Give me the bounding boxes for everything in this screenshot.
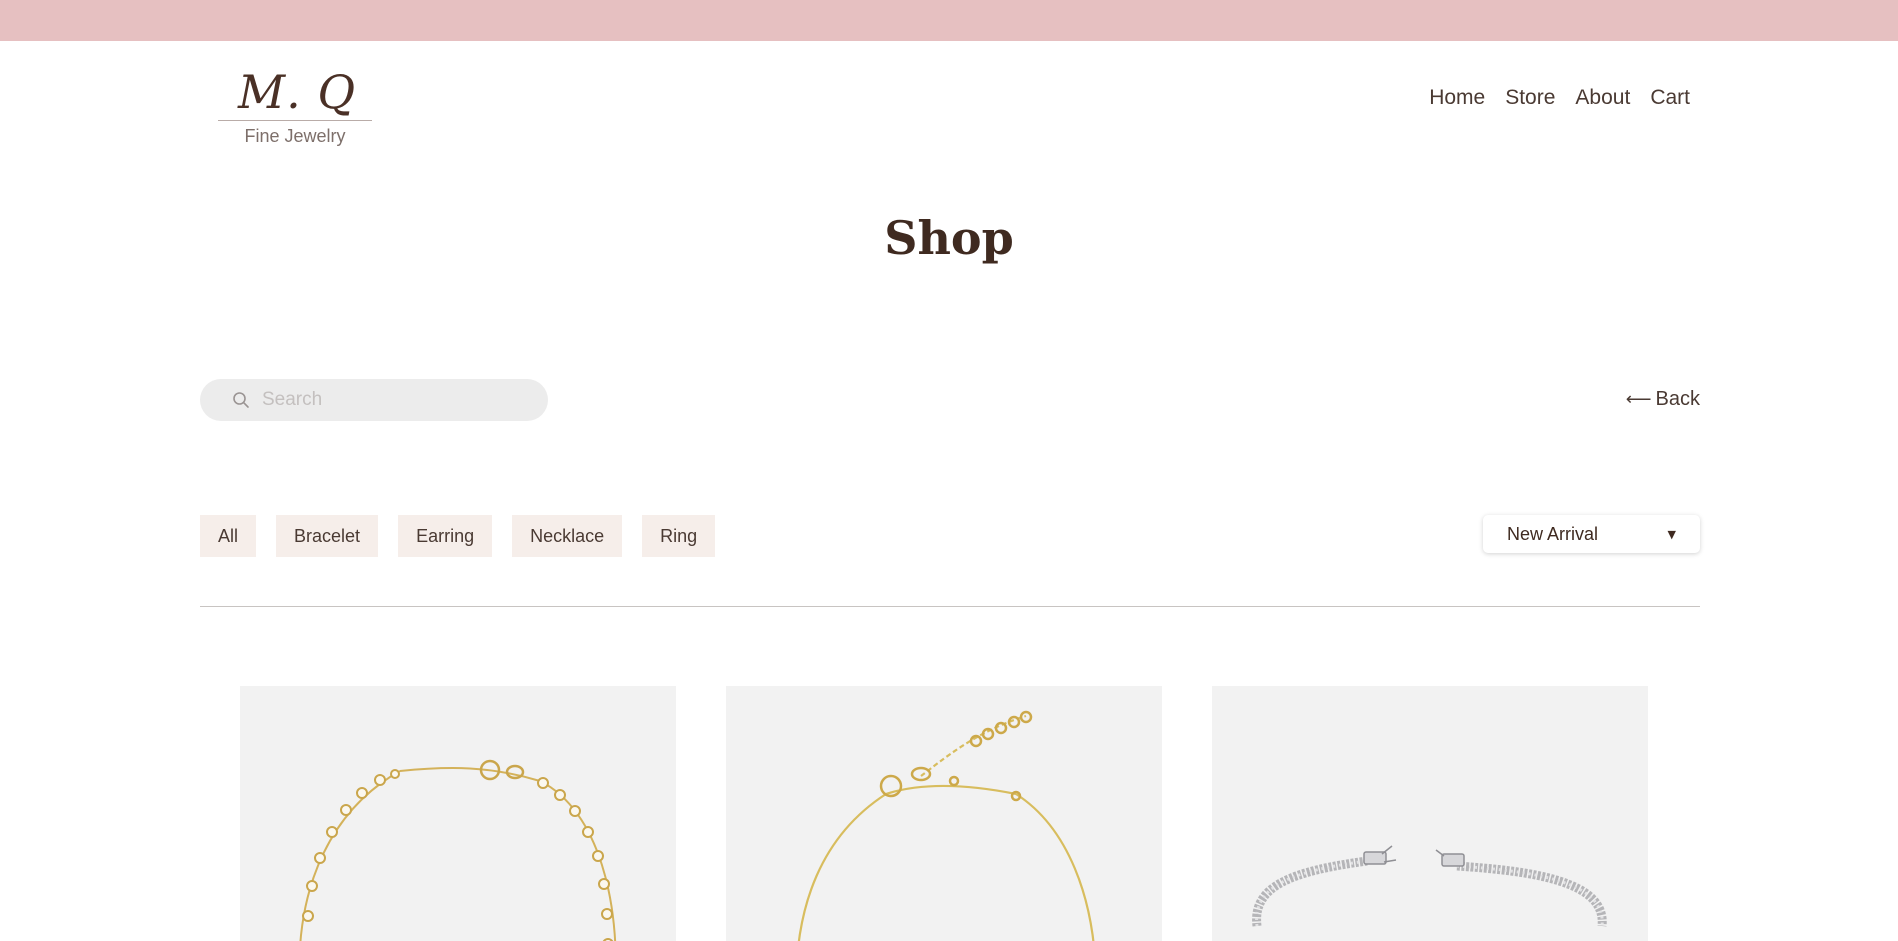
nav-item-store[interactable]: Store bbox=[1505, 84, 1555, 112]
nav-item-cart[interactable]: Cart bbox=[1650, 84, 1690, 112]
sort-selected-value: New Arrival bbox=[1507, 523, 1599, 544]
logo-rule bbox=[218, 120, 372, 121]
sort-select[interactable]: New Arrival ▼ bbox=[1483, 515, 1700, 553]
page-title: Shop bbox=[884, 211, 1014, 265]
product-grid bbox=[240, 686, 1648, 941]
brand-logo[interactable]: M. Q Fine Jewelry bbox=[218, 66, 372, 148]
back-label: Back bbox=[1655, 388, 1700, 410]
announcement-bar bbox=[0, 0, 1898, 41]
section-divider bbox=[200, 606, 1700, 607]
filter-chip-all[interactable]: All bbox=[200, 515, 257, 557]
filter-chip-earring[interactable]: Earring bbox=[398, 515, 493, 557]
nav-item-home[interactable]: Home bbox=[1429, 84, 1485, 112]
back-link[interactable]: ⟵ Back bbox=[1626, 386, 1700, 412]
search-input[interactable] bbox=[262, 379, 532, 421]
filter-chip-necklace[interactable]: Necklace bbox=[512, 515, 623, 557]
product-image-gold-chain-bracelet bbox=[797, 710, 1095, 941]
caret-down-icon: ▼ bbox=[1667, 527, 1676, 541]
product-image-silver-tennis-bracelet bbox=[1252, 845, 1607, 927]
logo-tagline: Fine Jewelry bbox=[244, 126, 346, 146]
search-box[interactable] bbox=[200, 379, 548, 421]
filter-chip-ring[interactable]: Ring bbox=[642, 515, 716, 557]
main-nav: Home Store About Cart bbox=[1429, 84, 1690, 112]
search-icon bbox=[233, 392, 249, 408]
product-card[interactable] bbox=[726, 686, 1162, 941]
logo-mark: M. Q bbox=[237, 65, 357, 119]
arrow-left-icon: ⟵ bbox=[1625, 389, 1652, 409]
product-card[interactable] bbox=[240, 686, 676, 941]
product-card[interactable] bbox=[1212, 686, 1648, 941]
category-filters: All Bracelet Earring Necklace Ring bbox=[200, 515, 716, 557]
nav-item-about[interactable]: About bbox=[1575, 84, 1630, 112]
product-image-gold-bezel-bracelet bbox=[299, 759, 617, 941]
filter-chip-bracelet[interactable]: Bracelet bbox=[276, 515, 379, 557]
